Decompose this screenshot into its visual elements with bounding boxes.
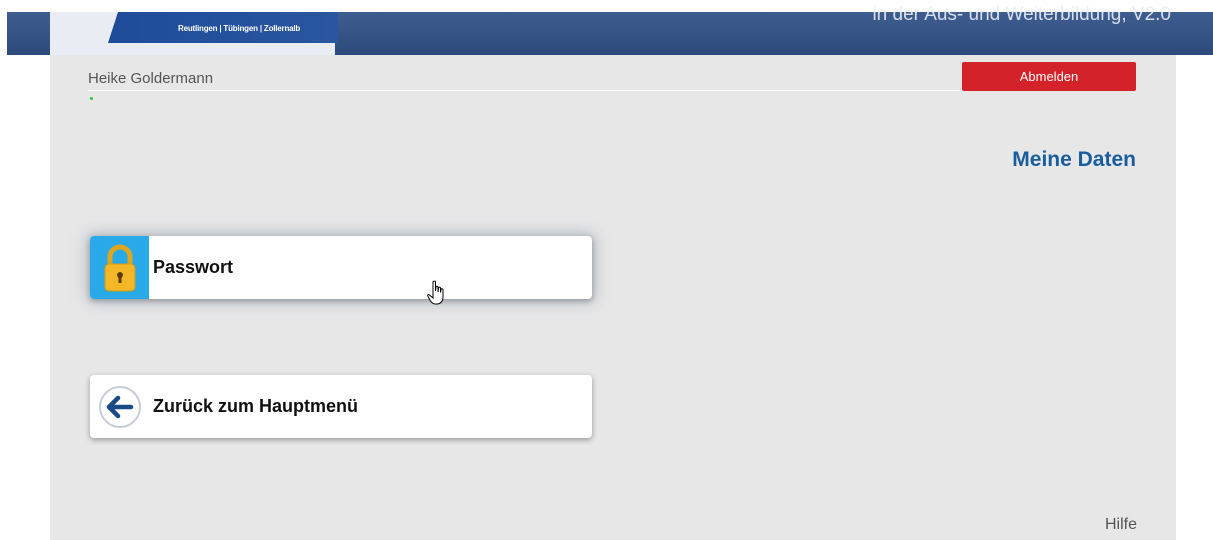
app-title: in der Aus- und Weiterbildung, V2.0 (872, 4, 1171, 25)
logo-text: Reutlingen | Tübingen | Zollernalb (178, 24, 301, 33)
user-name: Heike Goldermann (88, 70, 214, 87)
back-arrow-icon (98, 385, 141, 428)
back-button-label: Zurück zum Hauptmenü (153, 396, 359, 416)
page-title: Meine Daten (1012, 148, 1136, 171)
hand-cursor-icon (427, 280, 447, 311)
status-indicator (90, 97, 93, 100)
back-icon-box (90, 375, 149, 438)
help-link[interactable]: Hilfe (1105, 516, 1137, 534)
padlock-icon-box (90, 236, 149, 299)
logout-button[interactable]: Abmelden (962, 62, 1136, 91)
back-to-main-menu-button[interactable]: Zurück zum Hauptmenü (90, 375, 592, 438)
password-button-label: Passwort (153, 257, 234, 277)
padlock-icon (104, 244, 135, 291)
password-button[interactable]: Passwort (90, 236, 592, 299)
